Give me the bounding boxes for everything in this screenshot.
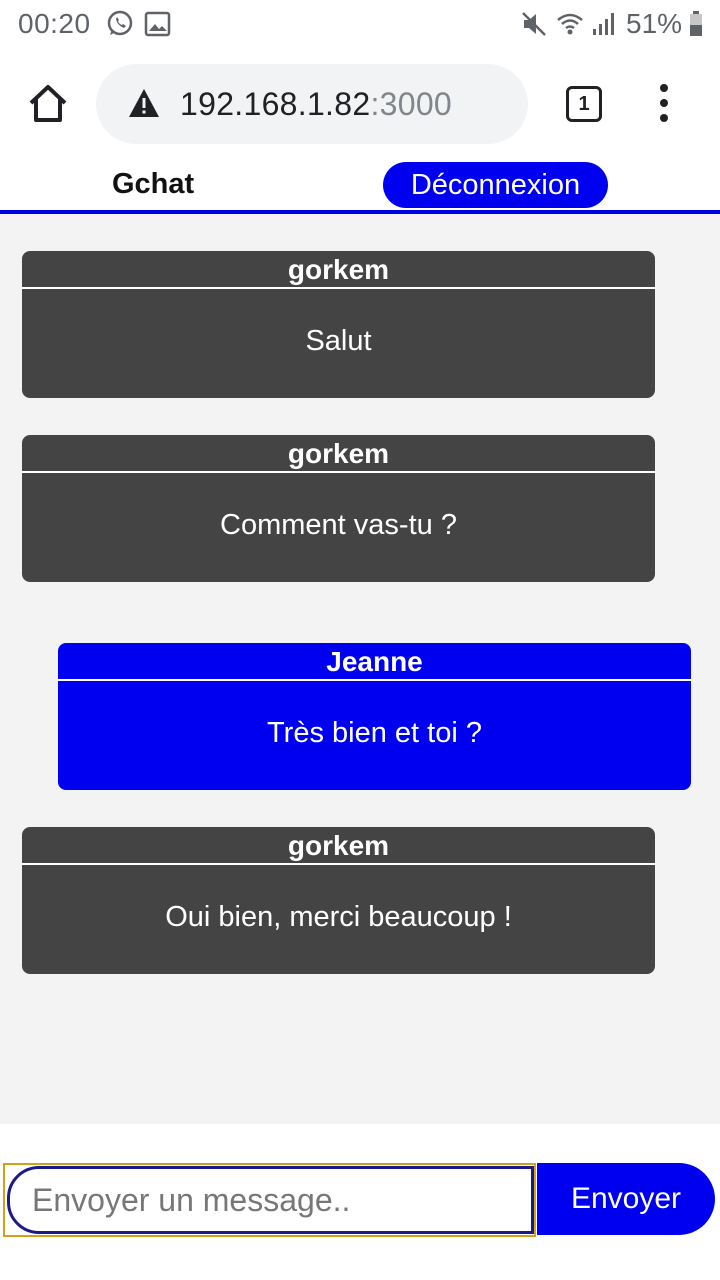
whatsapp-icon: [107, 10, 133, 36]
message-input-focus-ring: [3, 1163, 536, 1237]
battery-icon: [690, 11, 702, 36]
chat-message-own: Jeanne Très bien et toi ?: [58, 643, 691, 790]
warning-icon[interactable]: [128, 88, 160, 118]
battery-percentage: 51%: [626, 8, 683, 39]
status-time: 00:20: [18, 8, 91, 39]
chat-messages: gorkem Salut gorkem Comment vas-tu ? Jea…: [0, 214, 720, 1124]
gallery-icon: [144, 11, 171, 37]
chat-message: gorkem Salut: [22, 251, 655, 398]
message-text: Très bien et toi ?: [267, 717, 482, 749]
url-host: 192.168.1.82: [180, 86, 371, 122]
message-author: Jeanne: [58, 643, 691, 681]
logout-button[interactable]: Déconnexion: [383, 162, 608, 208]
status-bar: 00:20 51%: [0, 0, 720, 50]
signal-icon: [593, 13, 614, 35]
message-text: Salut: [305, 325, 372, 357]
chat-message: gorkem Oui bien, merci beaucoup !: [22, 827, 655, 974]
message-text: Comment vas-tu ?: [220, 509, 457, 541]
message-author: gorkem: [22, 435, 655, 473]
url-text[interactable]: 192.168.1.82:3000: [180, 86, 452, 123]
message-text: Oui bien, merci beaucoup !: [165, 901, 512, 933]
message-author: gorkem: [22, 827, 655, 865]
url-port: :3000: [370, 86, 453, 122]
send-button[interactable]: Envoyer: [537, 1163, 715, 1235]
chat-message: gorkem Comment vas-tu ?: [22, 435, 655, 582]
wifi-icon: [557, 13, 583, 35]
address-bar[interactable]: 192.168.1.82:3000: [96, 64, 528, 144]
mute-icon: [522, 12, 546, 36]
home-icon[interactable]: [26, 82, 70, 126]
tab-switcher-button[interactable]: 1: [566, 86, 602, 122]
message-input[interactable]: [7, 1166, 534, 1234]
message-composer: Envoyer: [0, 1124, 720, 1280]
app-title: Gchat: [112, 168, 195, 200]
browser-toolbar: 192.168.1.82:3000 1: [0, 50, 720, 160]
app-header: Gchat Déconnexion: [0, 160, 720, 214]
message-author: gorkem: [22, 251, 655, 289]
more-menu-icon[interactable]: [650, 84, 678, 128]
